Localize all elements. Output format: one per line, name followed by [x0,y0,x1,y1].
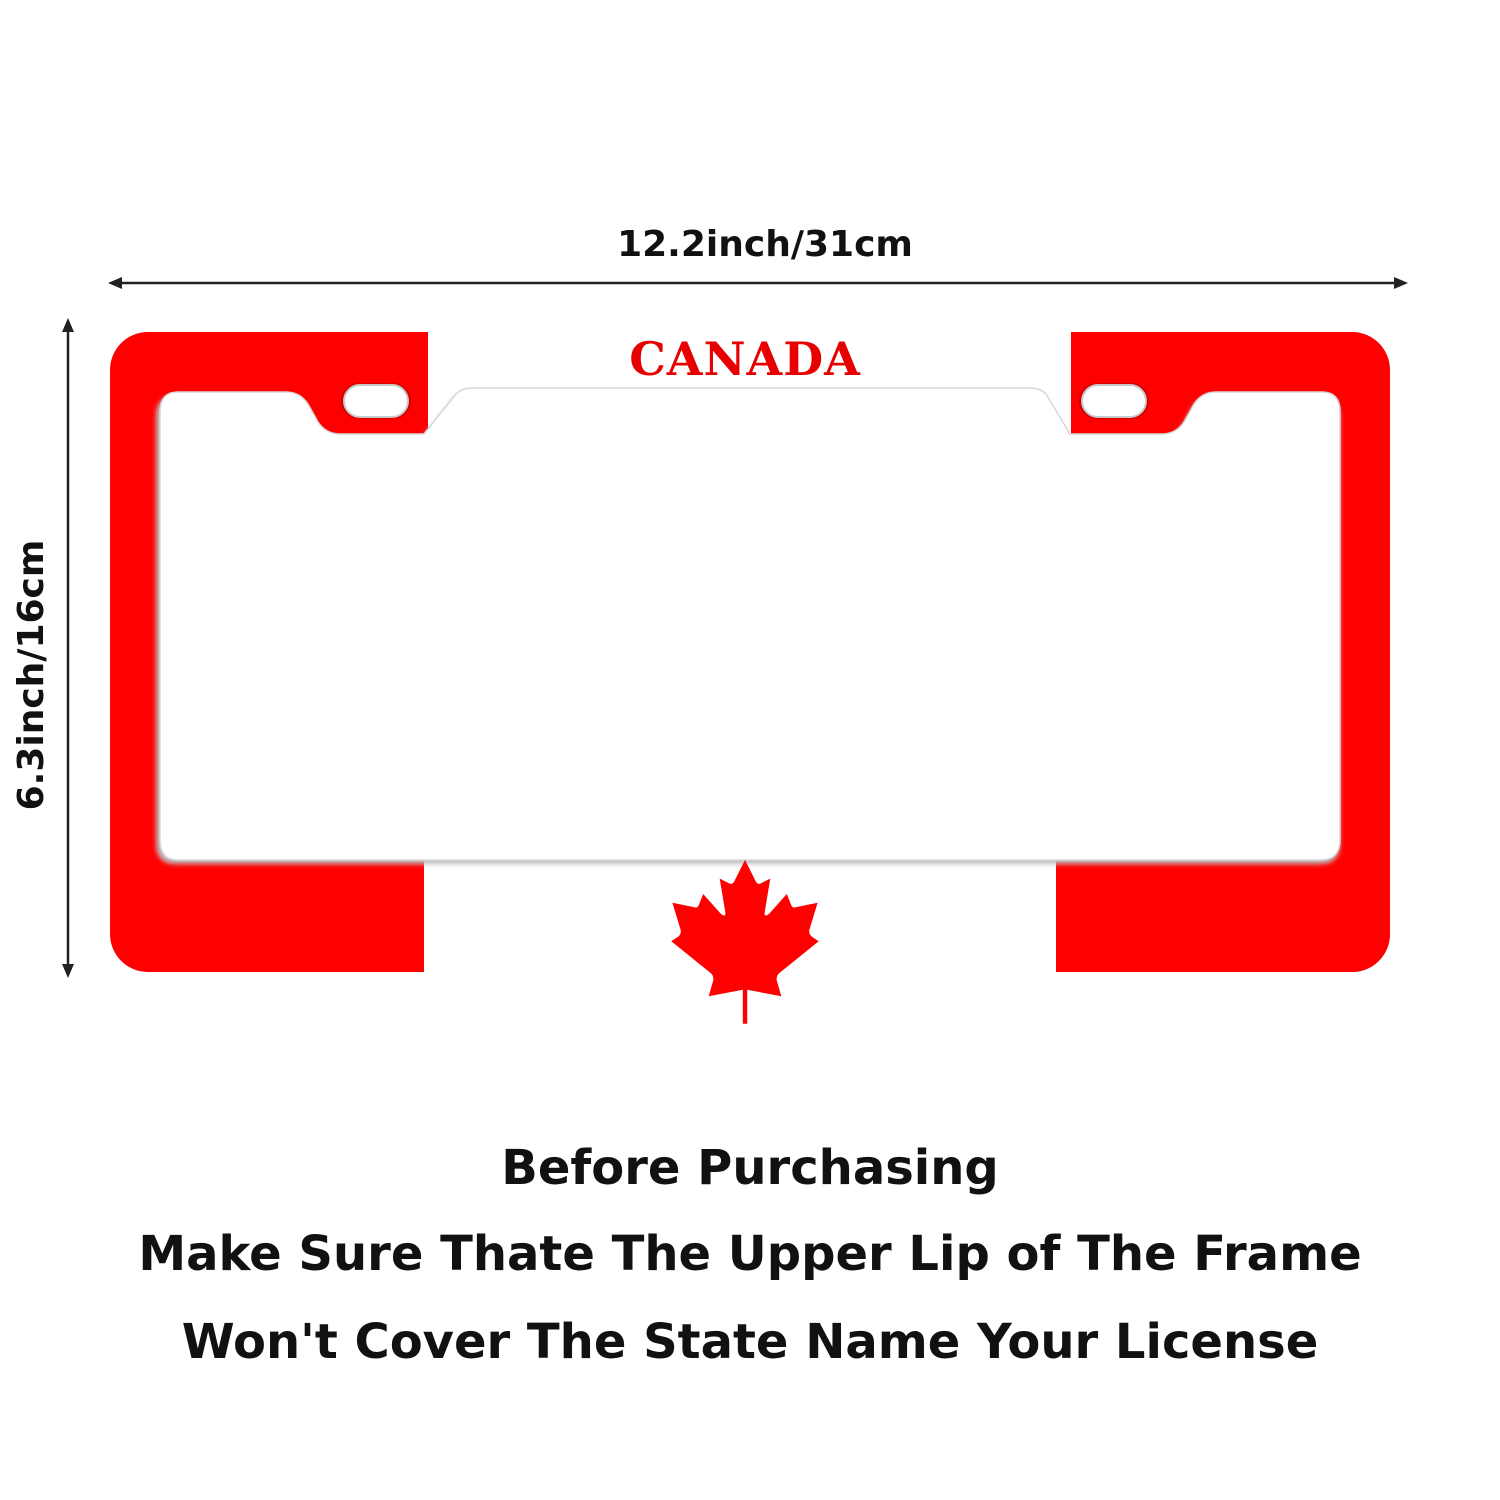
notice-line-1: Before Purchasing [501,1140,999,1196]
right-mounting-slot [1079,383,1149,419]
notice-line-2: Make Sure Thate The Upper Lip of The Fra… [138,1226,1362,1282]
frame-window [159,387,1341,861]
notice-line-3: Won't Cover The State Name Your License [181,1314,1319,1370]
frame-country-label: CANADA [629,332,861,386]
left-mounting-slot [341,383,411,419]
